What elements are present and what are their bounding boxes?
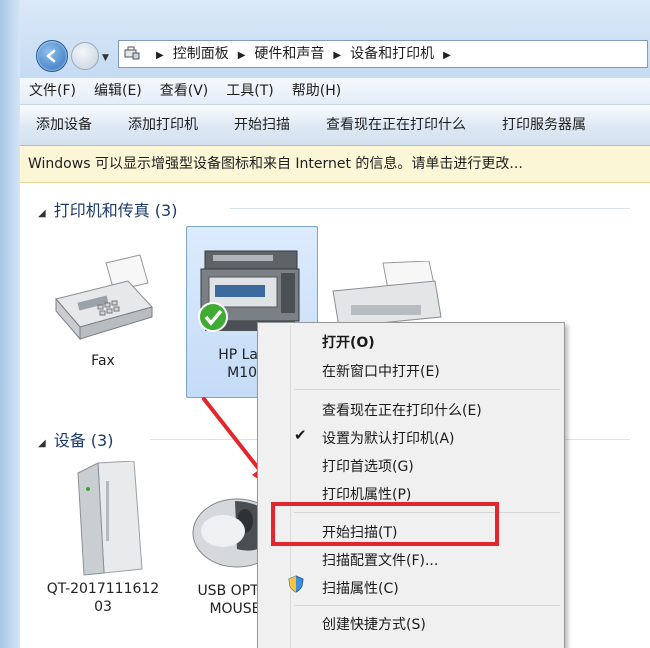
breadcrumb-devices-printers[interactable]: 设备和打印机 <box>350 46 434 62</box>
menu-bar: 文件(F) 编辑(E) 查看(V) 工具(T) 帮助(H) <box>20 78 650 105</box>
breadcrumb-separator-icon[interactable]: ▶ <box>333 50 341 61</box>
printer-icon <box>332 260 442 328</box>
fax-device[interactable]: Fax <box>48 253 158 369</box>
menu-tools[interactable]: 工具(T) <box>217 78 282 104</box>
group-divider <box>230 208 630 209</box>
menu-set-default[interactable]: 设置为默认打印机(A) <box>322 428 455 448</box>
add-printer-button[interactable]: 添加打印机 <box>128 105 198 145</box>
breadcrumb: ▶ 控制面板 ▶ 硬件和声音 ▶ 设备和打印机 ▶ <box>147 41 460 67</box>
context-menu: 打开(O) 在新窗口中打开(E) 查看现在正在打印什么(E) ✔ 设置为默认打印… <box>257 322 565 648</box>
menu-scan-profiles[interactable]: 扫描配置文件(F)... <box>322 550 438 570</box>
menu-file[interactable]: 文件(F) <box>20 78 85 104</box>
breadcrumb-separator-icon[interactable]: ▶ <box>156 50 164 61</box>
menu-edit[interactable]: 编辑(E) <box>85 78 151 104</box>
printers-group-label: 打印机和传真 (3) <box>53 201 178 220</box>
address-area: ▼ ▶ 控制面板 ▶ 硬件和声音 ▶ 设备和打印机 ▶ <box>20 0 650 78</box>
devices-group-header[interactable]: ◢ 设备 (3) <box>38 427 113 451</box>
menu-separator <box>294 605 560 606</box>
menu-separator <box>294 389 560 390</box>
print-server-properties-button[interactable]: 打印服务器属 <box>502 105 586 145</box>
annotation-highlight-box <box>271 502 499 546</box>
collapse-triangle-icon[interactable]: ◢ <box>38 438 46 449</box>
devices-group-label: 设备 (3) <box>53 431 114 450</box>
breadcrumb-hardware-sound[interactable]: 硬件和声音 <box>254 46 324 62</box>
menu-help[interactable]: 帮助(H) <box>283 78 350 104</box>
devices-folder-icon <box>124 46 140 60</box>
recent-pages-dropdown-icon[interactable]: ▼ <box>102 53 109 63</box>
address-bar[interactable]: ▶ 控制面板 ▶ 硬件和声音 ▶ 设备和打印机 ▶ <box>118 40 648 68</box>
fax-label: Fax <box>91 353 115 369</box>
breadcrumb-control-panel[interactable]: 控制面板 <box>173 46 229 62</box>
menu-printing-preferences[interactable]: 打印首选项(G) <box>322 456 414 476</box>
collapse-triangle-icon[interactable]: ◢ <box>38 208 46 219</box>
window-left-border <box>0 0 20 648</box>
printers-group-header[interactable]: ◢ 打印机和传真 (3) <box>38 197 177 221</box>
menu-open-new-window[interactable]: 在新窗口中打开(E) <box>322 361 440 381</box>
back-button[interactable] <box>36 40 68 72</box>
menu-gutter <box>290 325 291 648</box>
computer-tower-icon <box>77 460 143 576</box>
info-bar[interactable]: Windows 可以显示增强型设备图标和来自 Internet 的信息。请单击进… <box>20 146 650 183</box>
forward-button[interactable] <box>71 42 99 70</box>
menu-view[interactable]: 查看(V) <box>151 78 218 104</box>
computer-label-line1: QT-2017111612 <box>46 581 160 597</box>
breadcrumb-separator-icon[interactable]: ▶ <box>238 50 246 61</box>
menu-see-printing[interactable]: 查看现在正在打印什么(E) <box>322 400 482 420</box>
see-printing-button[interactable]: 查看现在正在打印什么 <box>326 105 466 145</box>
computer-label-line2: 03 <box>94 599 112 615</box>
menu-open[interactable]: 打开(O) <box>322 332 375 352</box>
screenshot-frame: ▼ ▶ 控制面板 ▶ 硬件和声音 ▶ 设备和打印机 ▶ 文件(F) 编辑(E) 查看(V) 工具(… <box>0 0 650 648</box>
menu-printer-properties[interactable]: 打印机属性(P) <box>322 484 411 504</box>
start-scan-button[interactable]: 开始扫描 <box>234 105 290 145</box>
command-bar: 添加设备 添加打印机 开始扫描 查看现在正在打印什么 打印服务器属 <box>20 105 650 146</box>
computer-device[interactable]: QT-2017111612 03 <box>38 460 168 615</box>
add-device-button[interactable]: 添加设备 <box>36 105 92 145</box>
menu-create-shortcut[interactable]: 创建快捷方式(S) <box>322 614 426 634</box>
check-icon: ✔ <box>294 426 307 444</box>
shield-icon <box>288 575 304 593</box>
menu-scan-properties[interactable]: 扫描属性(C) <box>322 578 399 598</box>
arrow-left-icon <box>46 49 56 63</box>
breadcrumb-separator-icon[interactable]: ▶ <box>443 50 451 61</box>
fax-machine-icon <box>55 254 153 341</box>
